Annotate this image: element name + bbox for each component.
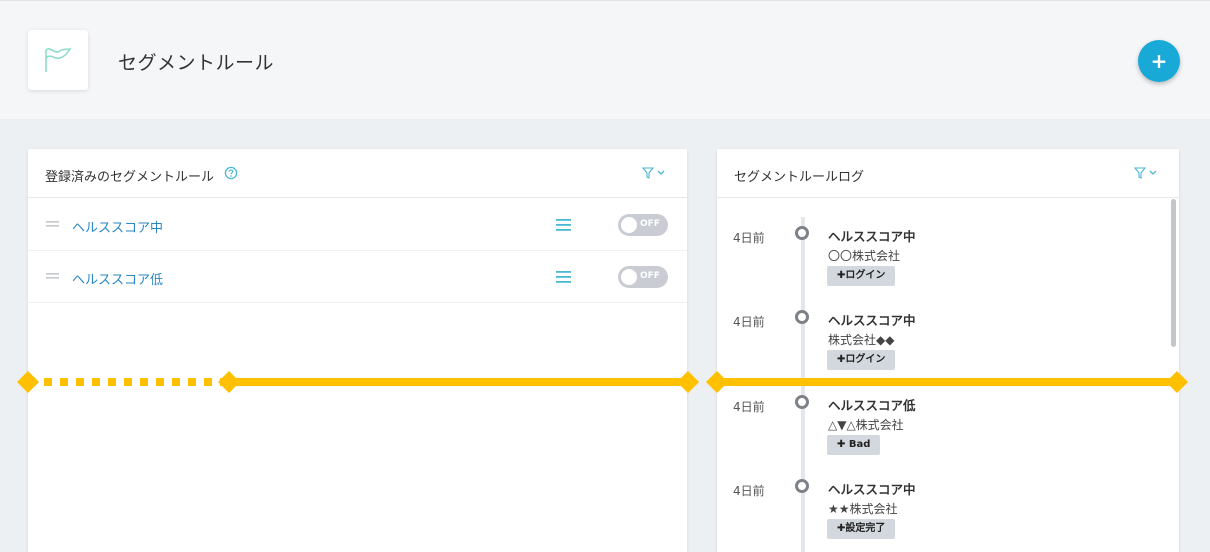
log-time: 4日前 bbox=[733, 400, 765, 414]
registered-rules-title: 登録済みのセグメントルール bbox=[45, 170, 215, 185]
rule-row: ヘルススコア中 OFF bbox=[28, 199, 687, 251]
timeline-dot-icon bbox=[795, 395, 809, 409]
log-time: 4日前 bbox=[733, 315, 765, 329]
rule-toggle[interactable]: OFF bbox=[618, 266, 668, 288]
rule-log-list[interactable]: 4日前 ヘルススコア中 〇〇株式会社 ✚ログイン 4日前 ヘルススコア中 株式会… bbox=[717, 199, 1179, 552]
rule-log-header: セグメントルールログ bbox=[717, 149, 1179, 198]
filter-icon[interactable] bbox=[641, 166, 667, 180]
toggle-label: OFF bbox=[640, 271, 660, 281]
page-header: セグメントルール + bbox=[0, 0, 1210, 119]
log-rule-name: ヘルススコア低 bbox=[828, 398, 916, 413]
registered-rules-panel: 登録済みのセグメントルール ヘルススコア中 OFF ヘルススコア低 OFF bbox=[28, 149, 687, 552]
log-scrollbar[interactable] bbox=[1171, 199, 1176, 347]
timeline-dot-icon bbox=[795, 226, 809, 240]
log-tag: ✚ログイン bbox=[827, 350, 896, 370]
log-time: 4日前 bbox=[733, 484, 765, 498]
rule-name-link[interactable]: ヘルススコア低 bbox=[72, 269, 163, 288]
log-rule-name: ヘルススコア中 bbox=[828, 482, 916, 497]
log-entry: 4日前 ヘルススコア中 ★★株式会社 ✚設定完了 bbox=[717, 452, 1157, 539]
log-company: △▼△株式会社 bbox=[828, 418, 904, 432]
log-rule-name: ヘルススコア中 bbox=[828, 229, 916, 244]
page-title: セグメントルール bbox=[118, 52, 275, 74]
log-entry: 4日前 ヘルススコア低 △▼△株式会社 ✚ Bad bbox=[717, 368, 1157, 455]
drag-handle-icon[interactable] bbox=[46, 273, 59, 280]
log-time: 4日前 bbox=[733, 231, 765, 245]
rule-row: ヘルススコア低 OFF bbox=[28, 251, 687, 303]
registered-rules-header: 登録済みのセグメントルール bbox=[28, 149, 687, 198]
timeline-dot-icon bbox=[795, 479, 809, 493]
menu-icon[interactable] bbox=[556, 219, 571, 231]
toggle-label: OFF bbox=[640, 219, 660, 229]
add-segment-rule-button[interactable]: + bbox=[1138, 40, 1180, 82]
filter-icon[interactable] bbox=[1133, 166, 1159, 180]
rule-name-link[interactable]: ヘルススコア中 bbox=[72, 217, 163, 236]
rule-log-title: セグメントルールログ bbox=[734, 170, 865, 185]
log-company: 株式会社◆◆ bbox=[828, 333, 895, 347]
flag-icon bbox=[45, 47, 72, 72]
menu-icon[interactable] bbox=[556, 271, 571, 283]
log-tag: ✚設定完了 bbox=[827, 519, 896, 539]
drag-handle-icon[interactable] bbox=[46, 221, 59, 228]
page-icon-box bbox=[28, 30, 88, 90]
rule-toggle[interactable]: OFF bbox=[618, 214, 668, 236]
log-entry: 4日前 ヘルススコア中 〇〇株式会社 ✚ログイン bbox=[717, 199, 1157, 286]
log-rule-name: ヘルススコア中 bbox=[828, 313, 916, 328]
toggle-knob bbox=[621, 217, 637, 233]
log-company: ★★株式会社 bbox=[828, 502, 898, 516]
timeline-dot-icon bbox=[795, 310, 809, 324]
rule-log-panel: セグメントルールログ 4日前 ヘルススコア中 〇〇株式会社 ✚ログイン 4日前 … bbox=[717, 149, 1179, 552]
log-company: 〇〇株式会社 bbox=[828, 249, 901, 263]
log-entry: 4日前 ヘルススコア中 株式会社◆◆ ✚ログイン bbox=[717, 283, 1157, 370]
question-circle-icon[interactable] bbox=[224, 166, 238, 180]
toggle-knob bbox=[621, 269, 637, 285]
